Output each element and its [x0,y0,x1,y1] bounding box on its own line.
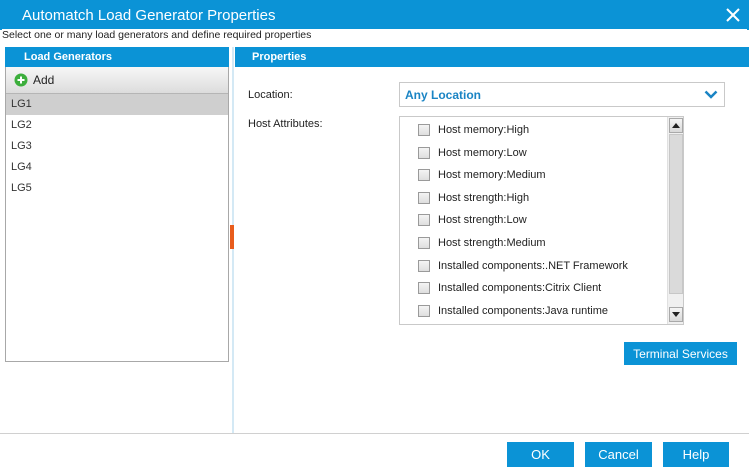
attribute-installed-dotnet[interactable]: Installed components:.NET Framework [418,258,628,274]
title-bar: Automatch Load Generator Properties [0,0,749,30]
host-attributes-list: Host memory:High Host memory:Low Host me… [399,116,684,325]
close-button[interactable] [721,3,745,27]
ok-button[interactable]: OK [507,442,574,467]
splitter-grip[interactable] [230,225,234,249]
scroll-thumb[interactable] [669,134,683,294]
attribute-host-memory-low[interactable]: Host memory:Low [418,145,527,161]
properties-header: Properties [235,47,749,67]
attribute-installed-citrix[interactable]: Installed components:Citrix Client [418,280,601,296]
checkbox[interactable] [418,192,430,204]
close-icon [726,8,740,22]
list-item-lg5[interactable]: LG5 [6,178,228,199]
cancel-button[interactable]: Cancel [585,442,652,467]
host-attributes-label: Host Attributes: [248,118,323,130]
list-item-lg4[interactable]: LG4 [6,157,228,178]
attribute-host-memory-high[interactable]: Host memory:High [418,122,529,138]
window-subtitle: Select one or many load generators and d… [2,29,747,43]
plus-circle-icon [14,73,28,87]
arrow-down-icon [672,312,680,317]
chevron-down-icon [704,90,718,99]
arrow-up-icon [672,123,680,128]
location-value: Any Location [405,88,482,102]
load-generators-panel: Add LG1 LG2 LG3 LG4 LG5 [5,67,229,362]
attribute-host-strength-high[interactable]: Host strength:High [418,190,529,206]
list-item-lg2[interactable]: LG2 [6,115,228,136]
checkbox[interactable] [418,237,430,249]
attribute-host-memory-medium[interactable]: Host memory:Medium [418,167,546,183]
checkbox[interactable] [418,214,430,226]
scroll-up-button[interactable] [669,118,683,133]
dropdown-toggle[interactable] [698,83,724,106]
scroll-down-button[interactable] [669,307,683,322]
checkbox[interactable] [418,124,430,136]
terminal-services-button[interactable]: Terminal Services [624,342,737,365]
attributes-scrollbar[interactable] [667,117,683,324]
location-label: Location: [248,89,293,101]
attribute-installed-java[interactable]: Installed components:Java runtime [418,303,608,319]
location-dropdown[interactable]: Any Location [399,82,725,107]
load-generators-header: Load Generators [5,47,229,67]
add-button[interactable]: Add [6,67,228,94]
attribute-host-strength-low[interactable]: Host strength:Low [418,212,527,228]
checkbox[interactable] [418,282,430,294]
add-button-label: Add [33,73,55,87]
checkbox[interactable] [418,169,430,181]
help-button[interactable]: Help [663,442,729,467]
footer-divider [0,433,749,434]
checkbox[interactable] [418,305,430,317]
checkbox[interactable] [418,147,430,159]
list-item-lg3[interactable]: LG3 [6,136,228,157]
attribute-host-strength-medium[interactable]: Host strength:Medium [418,235,546,251]
window-title: Automatch Load Generator Properties [22,7,276,24]
checkbox[interactable] [418,260,430,272]
list-item-lg1[interactable]: LG1 [6,94,228,115]
